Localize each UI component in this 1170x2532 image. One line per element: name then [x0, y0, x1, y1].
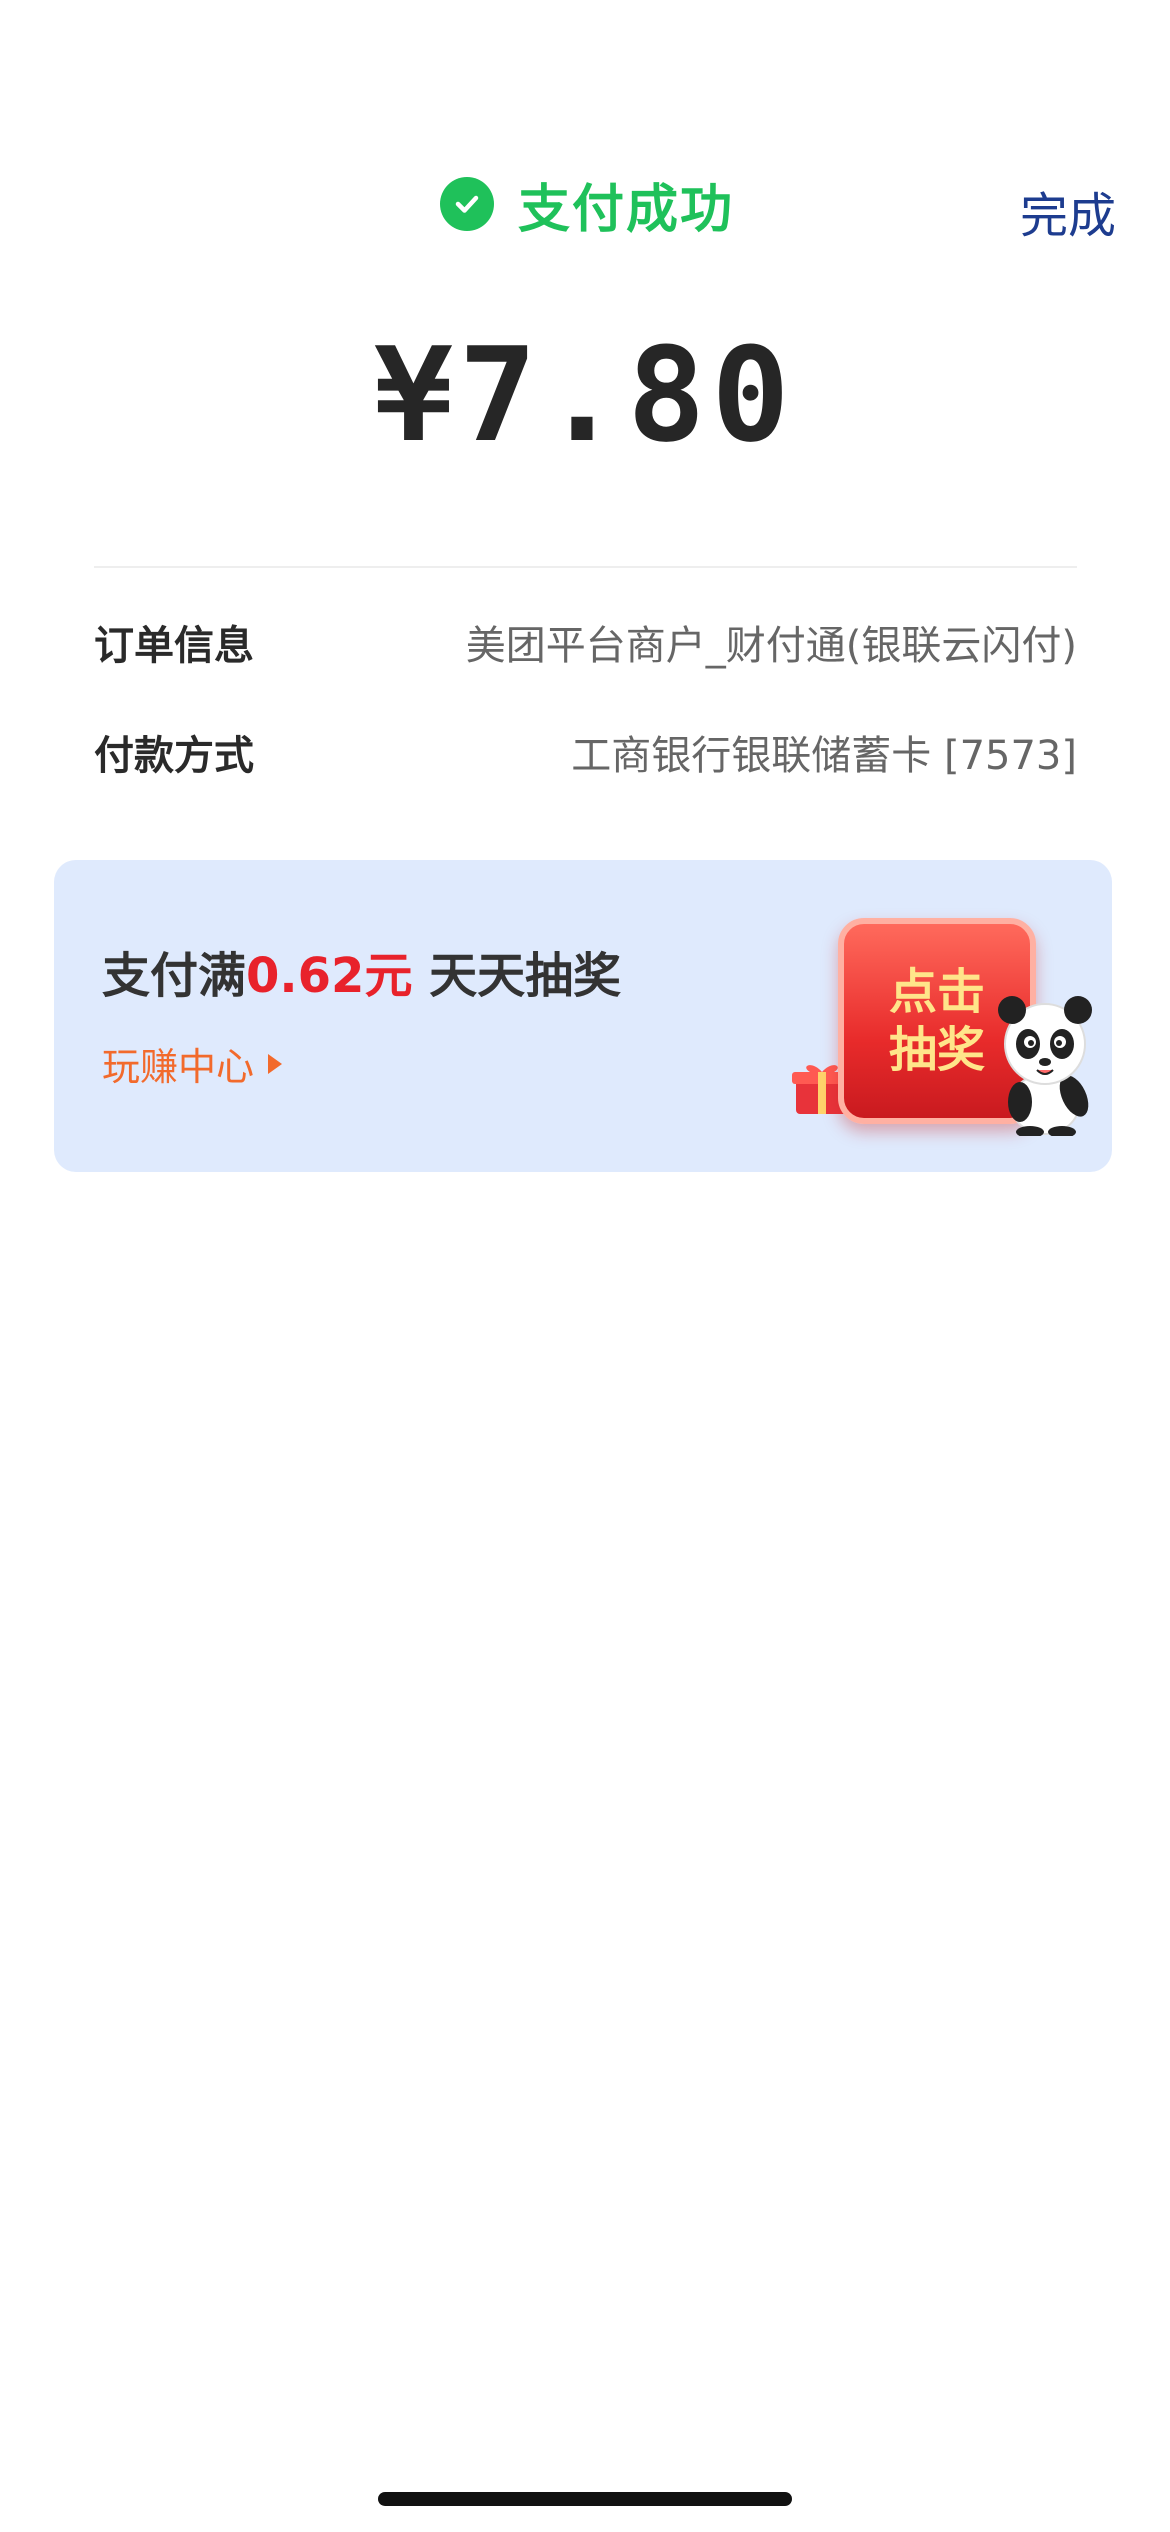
promo-link-label: 玩赚中心	[102, 1045, 255, 1089]
panda-mascot-icon	[998, 996, 1092, 1136]
play-earn-center-link[interactable]: 玩赚中心	[102, 1036, 283, 1091]
promo-title-prefix: 支付满	[102, 948, 247, 1004]
promo-title: 支付满0.62元 天天抽奖	[102, 936, 621, 1006]
done-button[interactable]: 完成	[1020, 176, 1116, 246]
status-text: 支付成功	[518, 179, 735, 240]
draw-button-line2: 抽奖	[888, 1022, 985, 1078]
order-info-row: 订单信息 美团平台商户_财付通(银联云闪付)	[94, 612, 1077, 672]
payment-status-header: 支付成功 完成	[0, 172, 1170, 244]
order-info-value: 美团平台商户_财付通(银联云闪付)	[465, 623, 1077, 669]
home-indicator[interactable]	[378, 2492, 792, 2506]
play-triangle-icon	[268, 1053, 283, 1074]
check-circle-icon	[440, 177, 494, 231]
payment-method-value: 工商银行银联储蓄卡 [7573]	[571, 733, 1077, 779]
lottery-illustration: 点击 抽奖	[752, 860, 1112, 1172]
payment-method-row: 付款方式 工商银行银联储蓄卡 [7573]	[94, 722, 1077, 782]
payment-amount: ¥7.80	[374, 319, 796, 471]
draw-button-line1: 点击	[888, 964, 985, 1020]
promo-title-suffix: 天天抽奖	[412, 948, 622, 1004]
lottery-promo-banner[interactable]: 支付满0.62元 天天抽奖 玩赚中心 点击 抽奖	[54, 860, 1112, 1172]
payment-method-label: 付款方式	[94, 733, 254, 779]
promo-title-amount: 0.62元	[246, 948, 413, 1004]
divider	[94, 566, 1077, 568]
order-info-label: 订单信息	[94, 623, 254, 669]
status-group: 支付成功	[440, 172, 734, 240]
